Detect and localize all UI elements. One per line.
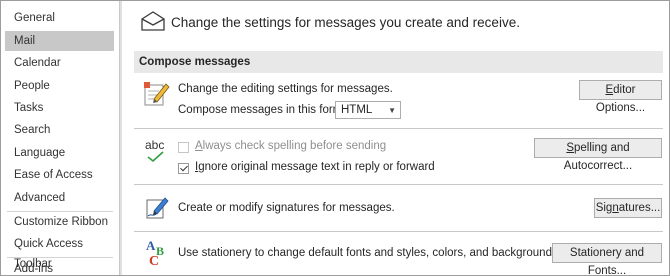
signatures-text: Create or modify signatures for messages… (178, 202, 395, 214)
ignore-original-checkbox[interactable] (178, 163, 189, 174)
page-header-text: Change the settings for messages you cre… (171, 15, 520, 30)
sidebar-item-search[interactable]: Search (5, 120, 114, 140)
spelling-autocorrect-label: Spelling and Autocorrect... (563, 142, 633, 172)
section-divider (134, 231, 663, 232)
sidebar-item-people[interactable]: People (5, 76, 114, 96)
section-divider (134, 128, 663, 129)
compose-section-title: Compose messages (134, 51, 663, 73)
sidebar-item-mail[interactable]: Mail (5, 31, 114, 51)
always-check-spelling-checkbox[interactable] (178, 142, 189, 153)
sidebar-item-language[interactable]: Language (5, 143, 114, 163)
signatures-button[interactable]: Signatures... (594, 198, 662, 218)
section-divider (134, 184, 663, 185)
sidebar-item-calendar[interactable]: Calendar (5, 53, 114, 73)
editor-options-label: Editor Options... (595, 84, 646, 114)
editor-options-button[interactable]: Editor Options... (579, 80, 662, 114)
ignore-original-label: Ignore original message text in reply or… (195, 161, 435, 173)
sidebar-item-customize-ribbon[interactable]: Customize Ribbon (5, 212, 114, 232)
sidebar-item-advanced[interactable]: Advanced (5, 188, 114, 208)
chevron-down-icon: ▼ (388, 106, 396, 115)
compose-format-value: HTML (341, 104, 373, 116)
options-sidebar: General Mail Calendar People Tasks Searc… (1, 1, 119, 275)
outlook-options-window: General Mail Calendar People Tasks Searc… (0, 0, 670, 276)
sidebar-item-tasks[interactable]: Tasks (5, 98, 114, 118)
sidebar-divider (7, 257, 113, 258)
svg-text:A: A (146, 238, 156, 253)
signatures-label: Signatures... (595, 202, 661, 214)
editing-settings-text: Change the editing settings for messages… (178, 83, 393, 95)
sidebar-item-ease-of-access[interactable]: Ease of Access (5, 165, 114, 185)
compose-format-label: Compose messages in this format: (178, 104, 356, 116)
abc-label: abc (145, 138, 165, 152)
sidebar-item-quick-access-toolbar[interactable]: Quick Access Toolbar (5, 234, 114, 270)
envelope-icon (141, 11, 165, 31)
sidebar-item-general[interactable]: General (5, 8, 114, 28)
spelling-autocorrect-button[interactable]: Spelling and Autocorrect... (534, 138, 662, 172)
signature-icon (146, 197, 169, 219)
compose-format-select[interactable]: HTML ▼ (335, 101, 401, 119)
always-check-spelling-label: Always check spelling before sending (195, 140, 387, 152)
stationery-fonts-icon: A B C (146, 238, 164, 267)
compose-edit-icon (144, 82, 170, 106)
sidebar-item-add-ins[interactable]: Add-ins (5, 259, 114, 275)
mail-options-panel: Change the settings for messages you cre… (123, 1, 669, 275)
spell-check-icon (147, 151, 164, 163)
stationery-fonts-button[interactable]: Stationery and Fonts... (552, 243, 662, 275)
sidebar-separator (119, 1, 122, 275)
svg-text:C: C (149, 254, 159, 267)
stationery-text: Use stationery to change default fonts a… (178, 247, 561, 259)
stationery-fonts-label: Stationery and Fonts... (569, 247, 645, 276)
